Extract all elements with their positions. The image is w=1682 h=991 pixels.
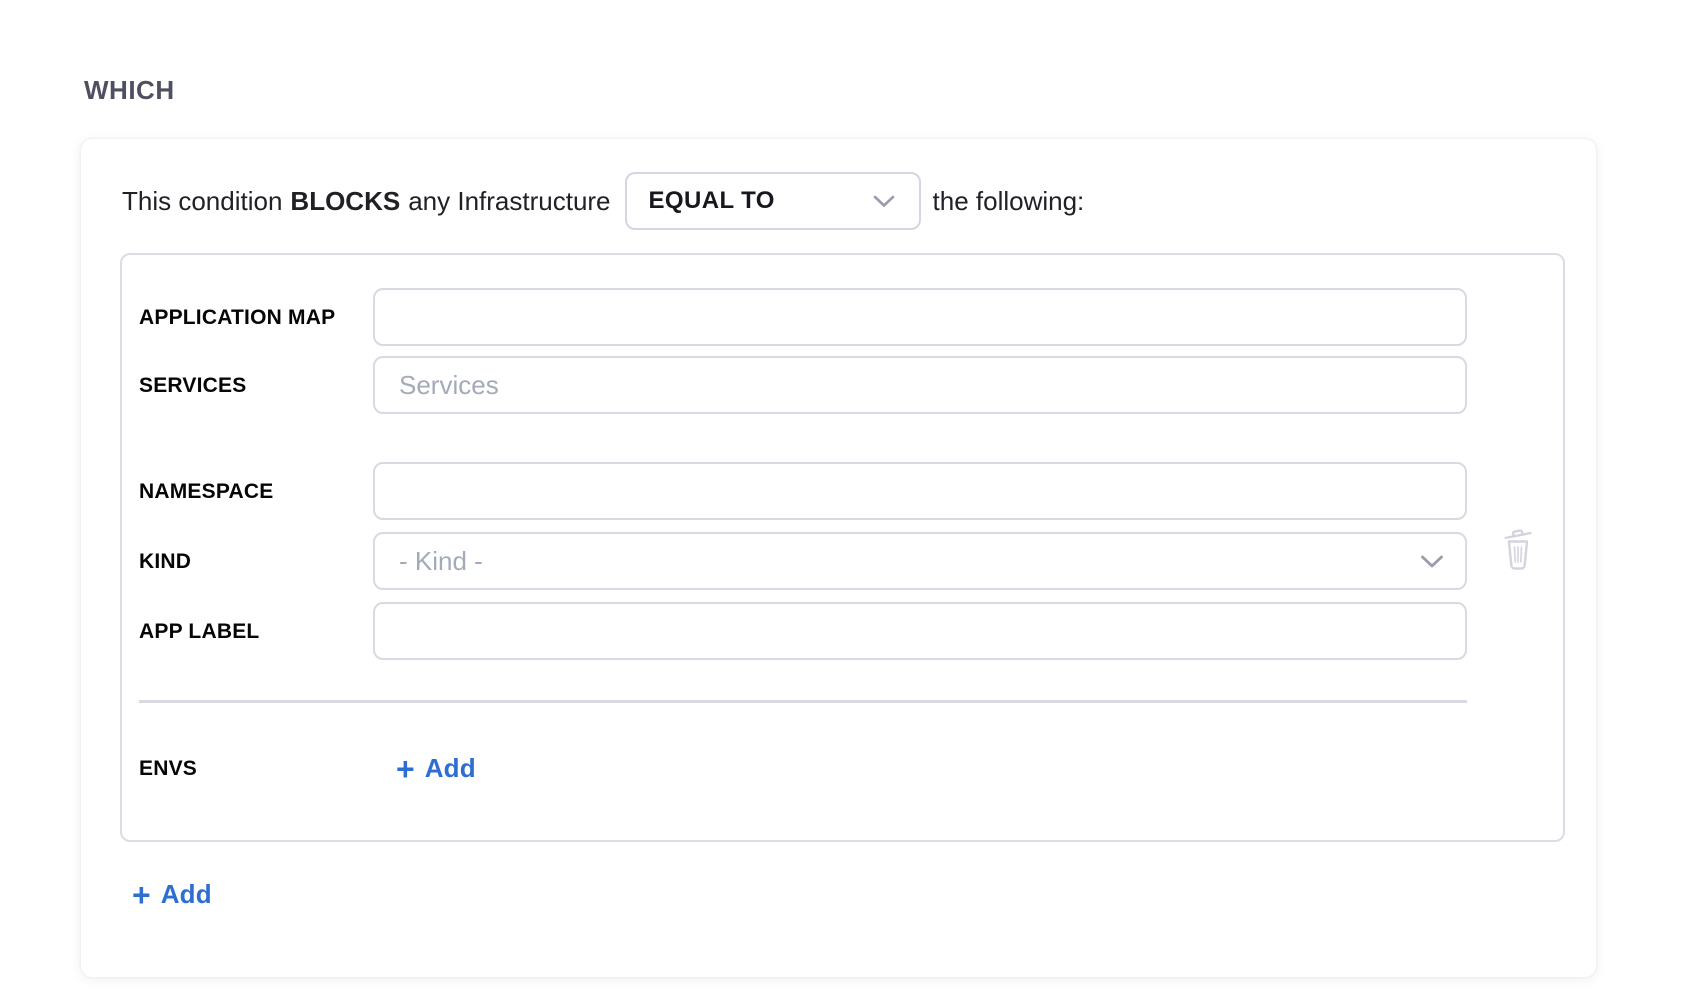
add-infrastructure-button[interactable]: + Add — [132, 879, 212, 910]
operator-select-value: EQUAL TO — [649, 187, 775, 215]
services-input[interactable] — [373, 356, 1467, 414]
application-map-input[interactable] — [373, 288, 1467, 346]
envs-label: ENVS — [139, 755, 373, 782]
sentence-middle: any Infrastructure — [408, 186, 610, 217]
add-infrastructure-button-label: Add — [161, 879, 212, 910]
condition-sentence: This condition BLOCKS any Infrastructure… — [120, 172, 1565, 230]
operator-select[interactable]: EQUAL TO — [625, 172, 921, 230]
condition-card: This condition BLOCKS any Infrastructure… — [80, 138, 1597, 978]
application-map-label: APPLICATION MAP — [139, 304, 373, 331]
page: WHICH This condition BLOCKS any Infrastr… — [0, 0, 1682, 978]
field-row-app-label: APP LABEL — [139, 602, 1467, 660]
sentence-prefix: This condition — [122, 186, 282, 217]
envs-add-button-label: Add — [425, 753, 476, 784]
envs-add-button[interactable]: + Add — [396, 753, 476, 784]
condition-verb: BLOCKS — [290, 186, 400, 217]
services-label: SERVICES — [139, 372, 373, 399]
kind-select[interactable]: - Kind - — [373, 532, 1467, 590]
field-row-application-map: APPLICATION MAP — [139, 288, 1467, 346]
infrastructure-fields-card: APPLICATION MAP SERVICES NAMESPACE KIND … — [120, 253, 1565, 842]
add-condition-row: + Add — [120, 879, 1565, 911]
field-row-envs: ENVS + Add — [139, 753, 1467, 784]
sentence-suffix: the following: — [933, 186, 1085, 217]
app-label-label: APP LABEL — [139, 618, 373, 645]
fields-divider — [139, 700, 1467, 703]
section-title: WHICH — [84, 76, 1682, 104]
kind-select-placeholder: - Kind - — [399, 546, 483, 577]
plus-icon: + — [396, 756, 415, 782]
plus-icon: + — [132, 882, 151, 908]
field-row-services: SERVICES — [139, 356, 1467, 414]
delete-condition-row-button[interactable] — [1500, 525, 1536, 571]
chevron-down-icon — [1420, 554, 1444, 569]
namespace-input[interactable] — [373, 462, 1467, 520]
namespace-label: NAMESPACE — [139, 478, 373, 505]
kind-label: KIND — [139, 548, 373, 575]
field-row-namespace: NAMESPACE — [139, 462, 1467, 520]
app-label-input[interactable] — [373, 602, 1467, 660]
field-row-kind: KIND - Kind - — [139, 532, 1467, 590]
trash-icon — [1500, 525, 1536, 571]
chevron-down-icon — [873, 194, 895, 208]
